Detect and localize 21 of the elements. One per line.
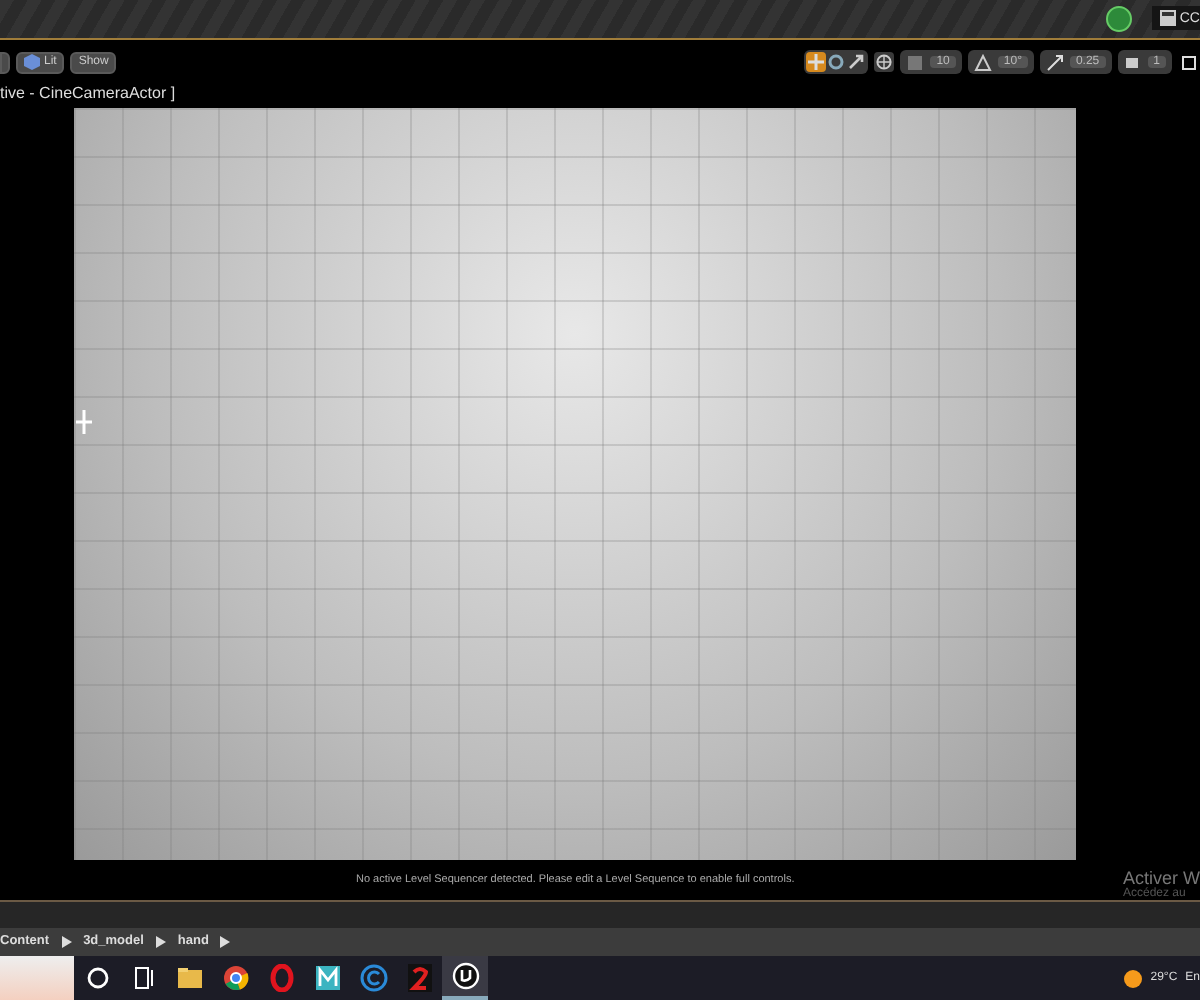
dropdown-button[interactable]: [0, 51, 10, 74]
maximize-icon[interactable]: [1182, 55, 1196, 70]
camera-speed-icon: [1123, 53, 1142, 72]
cube-icon: [24, 54, 40, 71]
circle-logo-icon[interactable]: [442, 956, 488, 1000]
globe-icon[interactable]: [1105, 5, 1132, 32]
globe-icon[interactable]: [874, 52, 895, 73]
activation-title: Activer W: [1122, 868, 1200, 889]
window-icon[interactable]: [1159, 10, 1176, 27]
scale-snap-icon: [1045, 53, 1064, 72]
grid-snap-icon: [906, 53, 925, 72]
move-cursor-icon: [74, 408, 94, 437]
arrow-icon[interactable]: [155, 935, 166, 948]
viewport-label: tive - CineCameraActor ]: [0, 84, 178, 105]
angle-snap-icon: [973, 53, 992, 72]
sun-icon[interactable]: [1124, 969, 1143, 987]
arrow-icon[interactable]: [61, 935, 72, 948]
arrow-icon[interactable]: [220, 935, 231, 948]
move-tool-icon[interactable]: [806, 52, 827, 73]
rotate-tool-icon[interactable]: [826, 52, 847, 73]
scale-tool-icon[interactable]: [846, 52, 867, 73]
